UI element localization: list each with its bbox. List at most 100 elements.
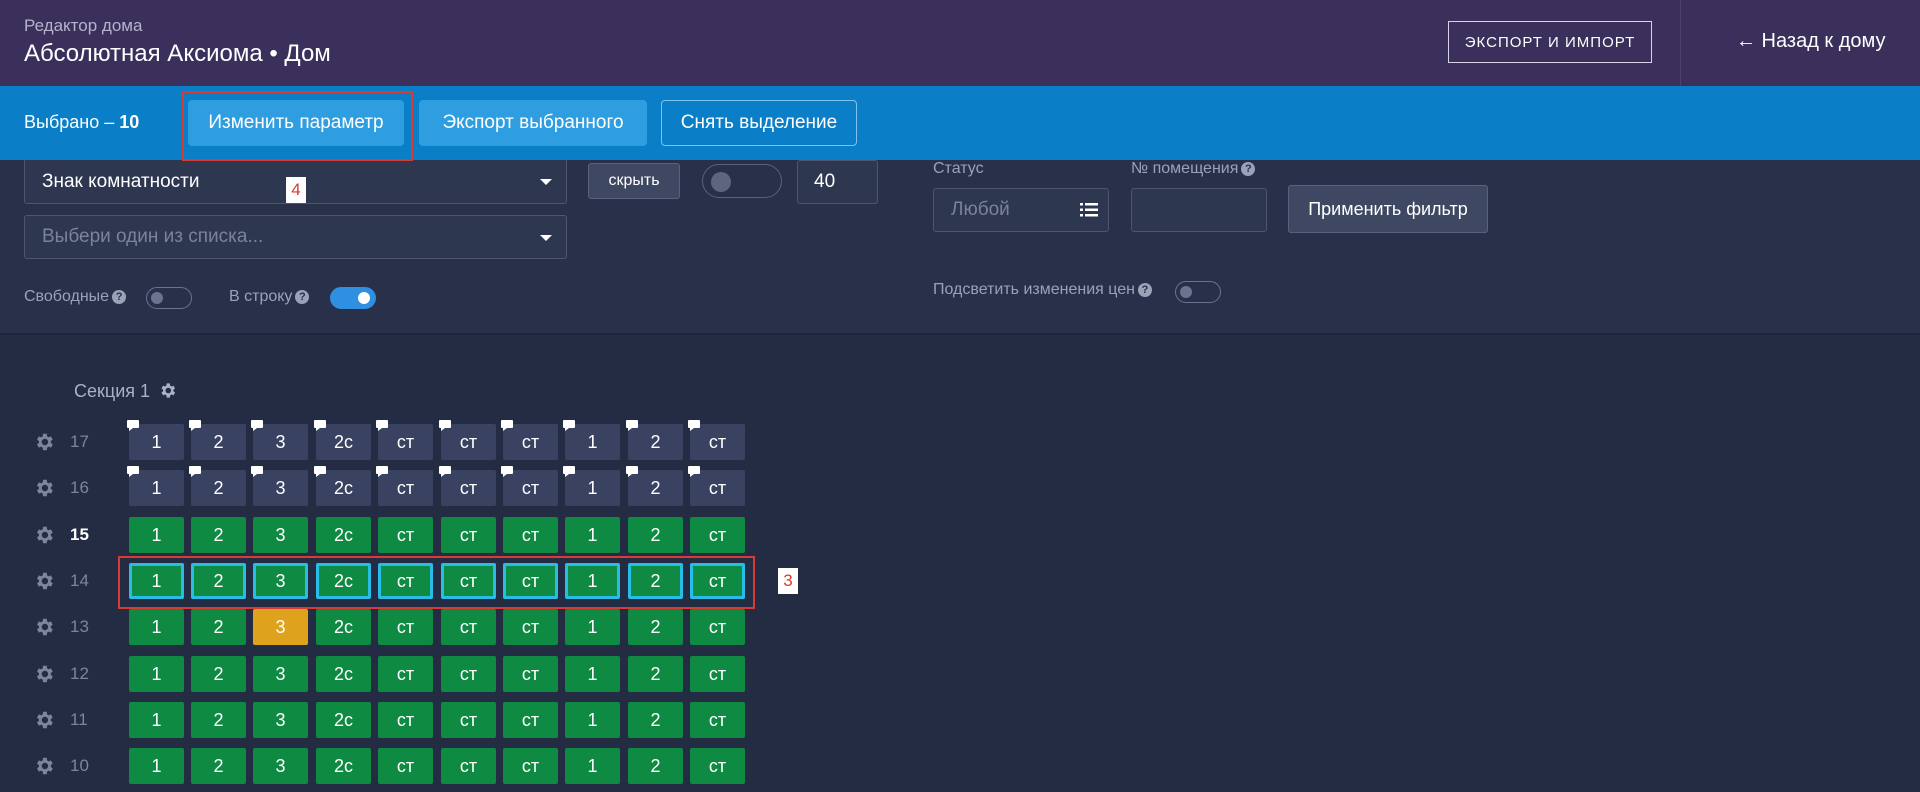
gear-icon[interactable] [158,381,177,400]
apartment-cell[interactable]: ст [688,420,745,460]
apartment-cell[interactable]: 3 [253,656,308,692]
row-gear-icon[interactable] [33,431,55,453]
hide-toggle[interactable] [702,164,782,198]
row-gear-icon[interactable] [33,709,55,731]
apartment-cell[interactable]: 3 [253,609,308,645]
free-toggle[interactable] [146,287,192,309]
apartment-cell[interactable]: 2 [628,656,683,692]
apartment-cell[interactable]: 1 [129,609,184,645]
apartment-cell[interactable]: ст [441,609,496,645]
status-select[interactable]: Любой [933,188,1109,232]
apartment-cell-label: ст [521,616,540,637]
apartment-cell[interactable]: ст [503,748,558,784]
help-icon[interactable]: ? [112,289,127,304]
apartment-cell[interactable]: 2 [189,466,246,506]
apartment-cell[interactable]: 1 [565,609,620,645]
apartment-cell[interactable]: 2с [316,702,371,738]
row-gear-icon[interactable] [33,570,55,592]
apartment-cell[interactable]: ст [378,517,433,553]
apartment-cell[interactable]: 2 [628,609,683,645]
export-selected-button[interactable]: Экспорт выбранного [419,100,647,146]
comment-icon [127,466,139,477]
apartment-cell[interactable]: ст [439,420,496,460]
row-gear-icon[interactable] [33,755,55,777]
apartment-cell[interactable]: ст [501,466,558,506]
apartment-cell[interactable]: 1 [565,702,620,738]
apartment-cell[interactable]: ст [690,609,745,645]
apartment-cell[interactable]: ст [503,656,558,692]
apartment-cell[interactable]: 2 [626,420,683,460]
apartment-cell[interactable]: 2с [314,466,371,506]
row-gear-icon[interactable] [33,524,55,546]
apartment-cell[interactable]: ст [441,656,496,692]
apply-filter-button[interactable]: Применить фильтр [1288,185,1488,233]
help-icon[interactable]: ? [295,289,310,304]
apartment-cell[interactable]: ст [503,517,558,553]
apartment-cell[interactable]: 2с [316,748,371,784]
apartment-cell[interactable]: ст [441,702,496,738]
apartment-cell[interactable]: 2 [626,466,683,506]
apartment-cell[interactable]: 2 [628,517,683,553]
row-gear-icon[interactable] [33,663,55,685]
apartment-cell[interactable]: ст [376,466,433,506]
export-import-button[interactable]: ЭКСПОРТ И ИМПОРТ [1448,21,1652,63]
apartment-cell[interactable]: 1 [565,748,620,784]
number-input[interactable]: 40 [797,160,878,204]
apartment-cell[interactable]: ст [690,656,745,692]
apartment-cell[interactable]: 1 [563,420,620,460]
apartment-cell[interactable]: 1 [129,517,184,553]
apartment-cell[interactable]: 1 [129,656,184,692]
hide-button[interactable]: скрыть [588,163,680,199]
apartment-cell[interactable]: 1 [127,466,184,506]
apartment-cell[interactable]: ст [690,517,745,553]
help-icon[interactable]: ? [1241,161,1256,176]
apartment-cell[interactable]: ст [690,748,745,784]
apartment-cell[interactable]: 2 [191,609,246,645]
apartment-cell[interactable]: 1 [129,748,184,784]
apartment-cell[interactable]: 1 [127,420,184,460]
apartment-cell[interactable]: 2с [316,609,371,645]
apartment-cell[interactable]: 2 [191,702,246,738]
back-to-house-link[interactable]: ← Назад к дому [1736,30,1886,53]
apartment-cell[interactable]: 2с [314,420,371,460]
apartment-cell[interactable]: ст [378,609,433,645]
apartment-cell[interactable]: ст [439,466,496,506]
apartment-cell[interactable]: 1 [563,466,620,506]
apartment-cell[interactable]: ст [441,517,496,553]
apartment-cell[interactable]: ст [501,420,558,460]
apartment-cell[interactable]: ст [378,656,433,692]
row-gear-icon[interactable] [33,477,55,499]
apartment-cell[interactable]: 2 [191,748,246,784]
apartment-cell[interactable]: ст [376,420,433,460]
highlight-price-toggle[interactable] [1175,281,1221,303]
apartment-cell[interactable]: 2с [316,656,371,692]
choose-from-list-select[interactable]: Выбери один из списка... [24,215,567,259]
apartment-cell[interactable]: 1 [129,702,184,738]
apartment-cell-label: 2с [333,709,353,730]
inline-toggle[interactable] [330,287,376,309]
apartment-cell[interactable]: ст [503,609,558,645]
apartment-cell[interactable]: 3 [251,466,308,506]
apartment-cell[interactable]: 2 [191,517,246,553]
apartment-cell[interactable]: 2 [628,702,683,738]
apartment-cell[interactable]: ст [378,702,433,738]
apartment-cell[interactable]: 2 [189,420,246,460]
apartment-cell[interactable]: ст [378,748,433,784]
apartment-cell[interactable]: 2 [628,748,683,784]
apartment-cell[interactable]: 3 [253,517,308,553]
apartment-cell[interactable]: 2с [316,517,371,553]
apartment-cell[interactable]: ст [688,466,745,506]
apartment-cell[interactable]: 1 [565,656,620,692]
apartment-cell[interactable]: ст [690,702,745,738]
apartment-cell[interactable]: 3 [251,420,308,460]
apartment-cell[interactable]: ст [503,702,558,738]
apartment-cell[interactable]: 3 [253,702,308,738]
apartment-cell[interactable]: 1 [565,517,620,553]
room-number-input[interactable] [1131,188,1267,232]
apartment-cell[interactable]: ст [441,748,496,784]
help-icon[interactable]: ? [1137,282,1152,297]
clear-selection-button[interactable]: Снять выделение [661,100,857,146]
apartment-cell[interactable]: 3 [253,748,308,784]
row-gear-icon[interactable] [33,616,55,638]
apartment-cell[interactable]: 2 [191,656,246,692]
